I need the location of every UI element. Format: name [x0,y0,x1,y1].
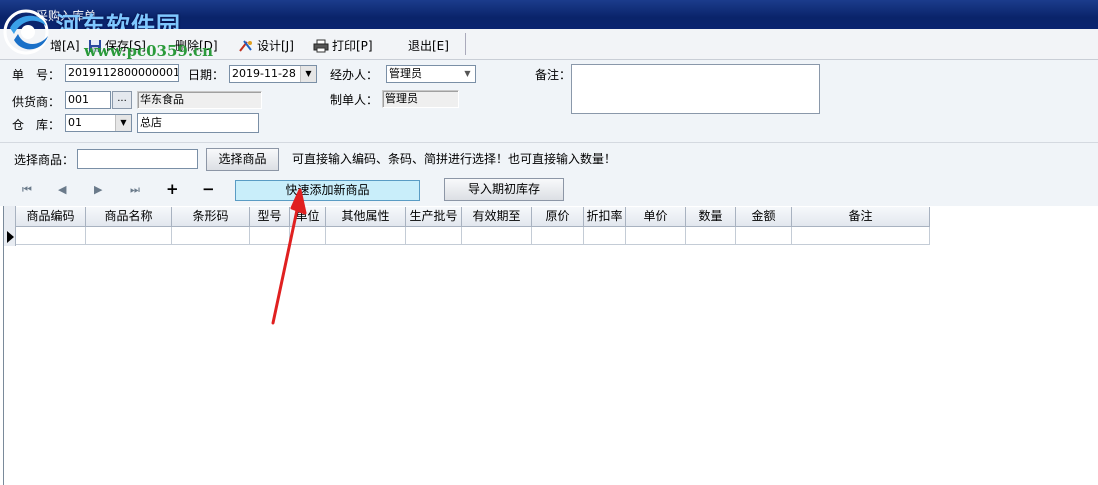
supplier-label: 供货商： [12,95,61,109]
add-row-icon[interactable]: + [166,180,179,198]
last-record-icon[interactable]: ⏭ [130,183,140,197]
select-product-button[interactable]: 选择商品 [206,148,279,171]
current-row-pointer-icon [7,231,14,243]
row-indicator-column [4,206,16,246]
grid-cell[interactable] [626,227,686,245]
order-header-form: 单 号： 2019112800000001 日期： 2019-11-28 ▼ 经… [0,60,1098,143]
select-product-input[interactable] [77,149,198,169]
grid-cell[interactable] [736,227,792,245]
warehouse-label: 仓 库： [12,118,61,132]
grid-cell[interactable] [584,227,626,245]
remark-textarea[interactable] [571,64,820,114]
column-header[interactable]: 其他属性 [326,207,406,227]
handler-label: 经办人： [330,68,379,82]
grid-cell[interactable] [326,227,406,245]
column-header[interactable]: 单价 [626,207,686,227]
grid-cell[interactable] [462,227,532,245]
watermark-logo-icon [3,9,49,55]
warehouse-select[interactable]: 01 ▼ [65,114,132,132]
handler-select[interactable]: 管理员 ▼ [386,65,476,83]
grid-cell[interactable] [16,227,86,245]
chevron-down-icon[interactable]: ▼ [460,66,475,82]
grid-cell[interactable] [290,227,326,245]
toolbar-divider [465,33,466,55]
first-record-icon[interactable]: ⏮ [22,183,32,197]
design-button[interactable]: 设计[J] [238,37,294,54]
print-button[interactable]: 打印[P] [313,37,373,54]
table-row[interactable] [16,227,930,245]
print-button-label: 打印[P] [332,39,373,53]
design-tools-icon [239,39,252,52]
grid-cell[interactable] [172,227,250,245]
supplier-browse-button[interactable]: ... [112,91,132,109]
column-header[interactable]: 单位 [290,207,326,227]
supplier-name-field: 华东食品 [137,91,262,109]
watermark-url: www.pc0359.cn [84,42,214,60]
quick-add-product-button[interactable]: 快速添加新商品 [235,180,420,201]
prev-record-icon[interactable]: ◀ [58,183,66,196]
creator-label: 制单人： [330,93,379,107]
chevron-down-icon[interactable]: ▼ [300,66,316,82]
order-no-field[interactable]: 2019112800000001 [65,64,179,82]
exit-button[interactable]: 退出[E] [408,37,449,54]
column-header[interactable]: 折扣率 [584,207,626,227]
date-picker[interactable]: 2019-11-28 ▼ [229,65,317,83]
remark-label: 备注： [535,68,572,82]
select-hint-text: 可直接输入编码、条码、简拼进行选择！也可直接输入数量！ [292,152,617,166]
printer-icon [313,39,329,52]
column-header[interactable]: 商品名称 [86,207,172,227]
creator-field: 管理员 [382,90,459,108]
column-header[interactable]: 商品编码 [16,207,86,227]
column-header[interactable]: 备注 [792,207,930,227]
next-record-icon[interactable]: ▶ [94,183,102,196]
product-grid: 商品编码 商品名称 条形码 型号 单位 其他属性 生产批号 有效期至 原价 折扣率 单价 数量 金额 备注 [0,206,1098,485]
select-product-label: 选择商品： [14,153,75,167]
grid-header: 商品编码 商品名称 条形码 型号 单位 其他属性 生产批号 有效期至 原价 折扣率 单价 数量 金额 备注 [16,207,930,227]
supplier-code-field[interactable]: 001 [65,91,111,109]
warehouse-code: 01 [68,116,82,129]
column-header[interactable]: 型号 [250,207,290,227]
column-header[interactable]: 条形码 [172,207,250,227]
date-label: 日期： [188,68,225,82]
date-value: 2019-11-28 [232,67,296,80]
grid-left-border [3,206,4,485]
handler-value: 管理员 [389,67,422,80]
column-header[interactable]: 有效期至 [462,207,532,227]
grid-cell[interactable] [686,227,736,245]
grid-cell[interactable] [792,227,930,245]
grid-cell[interactable] [86,227,172,245]
column-header[interactable]: 生产批号 [406,207,462,227]
exit-button-label: 退出[E] [408,39,449,53]
warehouse-name-field: 总店 [137,113,259,133]
grid-cell[interactable] [532,227,584,245]
column-header[interactable]: 数量 [686,207,736,227]
product-select-bar: 选择商品： 选择商品 可直接输入编码、条码、简拼进行选择！也可直接输入数量！ ⏮… [0,143,1098,206]
grid-cell[interactable] [250,227,290,245]
import-initial-stock-button[interactable]: 导入期初库存 [444,178,564,201]
order-no-label: 单 号： [12,68,61,82]
column-header[interactable]: 金额 [736,207,792,227]
remove-row-icon[interactable]: − [202,180,215,198]
grid-cell[interactable] [406,227,462,245]
column-header[interactable]: 原价 [532,207,584,227]
chevron-down-icon[interactable]: ▼ [115,115,131,131]
title-bar: 采购入库单 河东软件园 [0,0,1098,40]
design-button-label: 设计[J] [257,39,294,53]
